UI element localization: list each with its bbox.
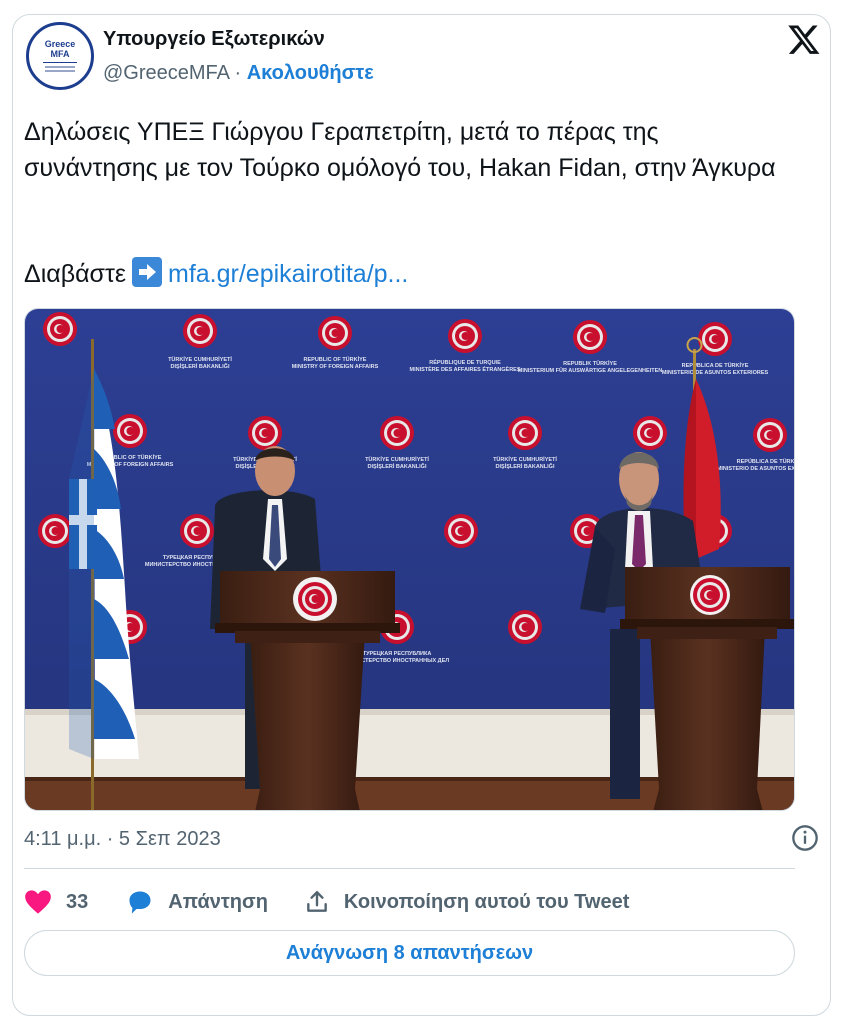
divider <box>24 868 795 869</box>
follow-button[interactable]: Ακολουθήστε <box>247 62 374 84</box>
read-label: Διαβάστε <box>24 260 126 288</box>
avatar-subtext <box>45 70 75 72</box>
handle-row: @GreeceMFA · Ακολουθήστε <box>103 62 374 85</box>
action-bar: 33 Απάντηση Κοινοποίηση αυτού του Tweet <box>24 886 629 918</box>
avatar-text-line1: Greece <box>44 39 76 49</box>
reply-button[interactable]: Απάντηση <box>126 889 304 915</box>
like-button[interactable]: 33 <box>24 889 126 915</box>
backdrop-caption: RÉPUBLIQUE DE TURQUIE <box>429 358 501 366</box>
avatar-subtext <box>45 66 75 68</box>
backdrop-caption: REPUBLIC OF TÜRKİYE <box>304 356 367 363</box>
account-handle[interactable]: @GreeceMFA <box>103 62 229 84</box>
share-icon <box>307 891 327 912</box>
backdrop-caption: MINISTERIO DE ASUNTOS EXTERIORES <box>717 466 795 472</box>
avatar-divider <box>43 62 77 63</box>
backdrop-caption: DIŞİŞLERİ BAKANLIĞI <box>171 362 230 370</box>
backdrop-caption: ТУРЕЦКАЯ РЕСПУБЛИКА <box>363 651 432 657</box>
share-button[interactable]: Κοινοποίηση αυτού του Tweet <box>304 889 629 915</box>
account-name[interactable]: Υπουργείο Εξωτερικών <box>103 28 325 51</box>
tweet-timestamp[interactable]: 4:11 μ.μ. · 5 Σεπ 2023 <box>24 828 221 851</box>
backdrop-caption: REPÚBLICA DE TÜRKİYE <box>737 458 795 465</box>
read-replies-button[interactable]: Ανάγνωση 8 απαντήσεων <box>24 930 795 976</box>
reply-label: Απάντηση <box>168 890 268 913</box>
reply-bubble-icon <box>129 891 151 914</box>
backdrop-caption: MINISTÈRE DES AFFAIRES ÉTRANGÈRES <box>409 365 520 373</box>
tweet-text: Δηλώσεις ΥΠΕΞ Γιώργου Γεραπετρίτη, μετά … <box>24 118 776 182</box>
info-icon[interactable] <box>791 824 819 852</box>
backdrop-caption: MINISTRY OF FOREIGN AFFAIRS <box>292 364 379 370</box>
likes-count: 33 <box>66 890 89 913</box>
press-conference-photo: REPUBLIC OF TÜRKİYE MINISTRY OF FOREIGN … <box>25 309 795 810</box>
backdrop-caption: MINISTERIUM FÜR AUSWÄRTIGE ANGELEGENHEIT… <box>518 367 662 374</box>
backdrop-caption: DIŞİŞLERİ BAKANLIĞI <box>496 462 555 470</box>
heart-icon <box>25 890 51 914</box>
backdrop-caption: TÜRKİYE CUMHURİYETİ <box>168 356 232 363</box>
backdrop-caption: TÜRKİYE CUMHURİYETİ <box>493 456 557 463</box>
separator-dot: · <box>234 62 242 84</box>
backdrop-caption: MINISTERIO DE ASUNTOS EXTERIORES <box>662 370 769 376</box>
avatar[interactable]: Greece MFA <box>26 22 94 90</box>
x-logo-icon[interactable] <box>787 22 821 56</box>
backdrop-caption: TÜRKİYE CUMHURİYETİ <box>365 456 429 463</box>
avatar-text-line2: MFA <box>50 49 70 59</box>
read-more-row: Διαβάστε mfa.gr/epikairotita/p... <box>24 256 408 292</box>
right-arrow-emoji-icon <box>132 257 162 287</box>
backdrop-caption: REPUBLIK TÜRKİYE <box>563 360 617 367</box>
tweet-link[interactable]: mfa.gr/epikairotita/p... <box>168 260 408 288</box>
backdrop-caption: REPÚBLICA DE TÜRKİYE <box>682 362 749 369</box>
backdrop-caption: DIŞİŞLERİ BAKANLIĞI <box>368 462 427 470</box>
share-label: Κοινοποίηση αυτού του Tweet <box>343 890 630 913</box>
tweet-photo[interactable]: REPUBLIC OF TÜRKİYE MINISTRY OF FOREIGN … <box>24 308 795 811</box>
